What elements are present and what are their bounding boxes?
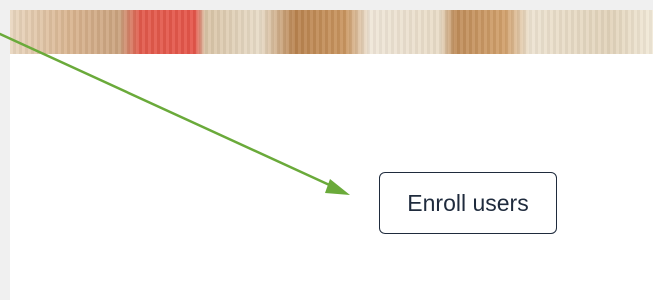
page: Enroll users	[0, 0, 653, 300]
course-banner-image	[10, 10, 653, 54]
course-content-panel: Enroll users	[10, 54, 653, 300]
enroll-users-button[interactable]: Enroll users	[379, 172, 557, 234]
